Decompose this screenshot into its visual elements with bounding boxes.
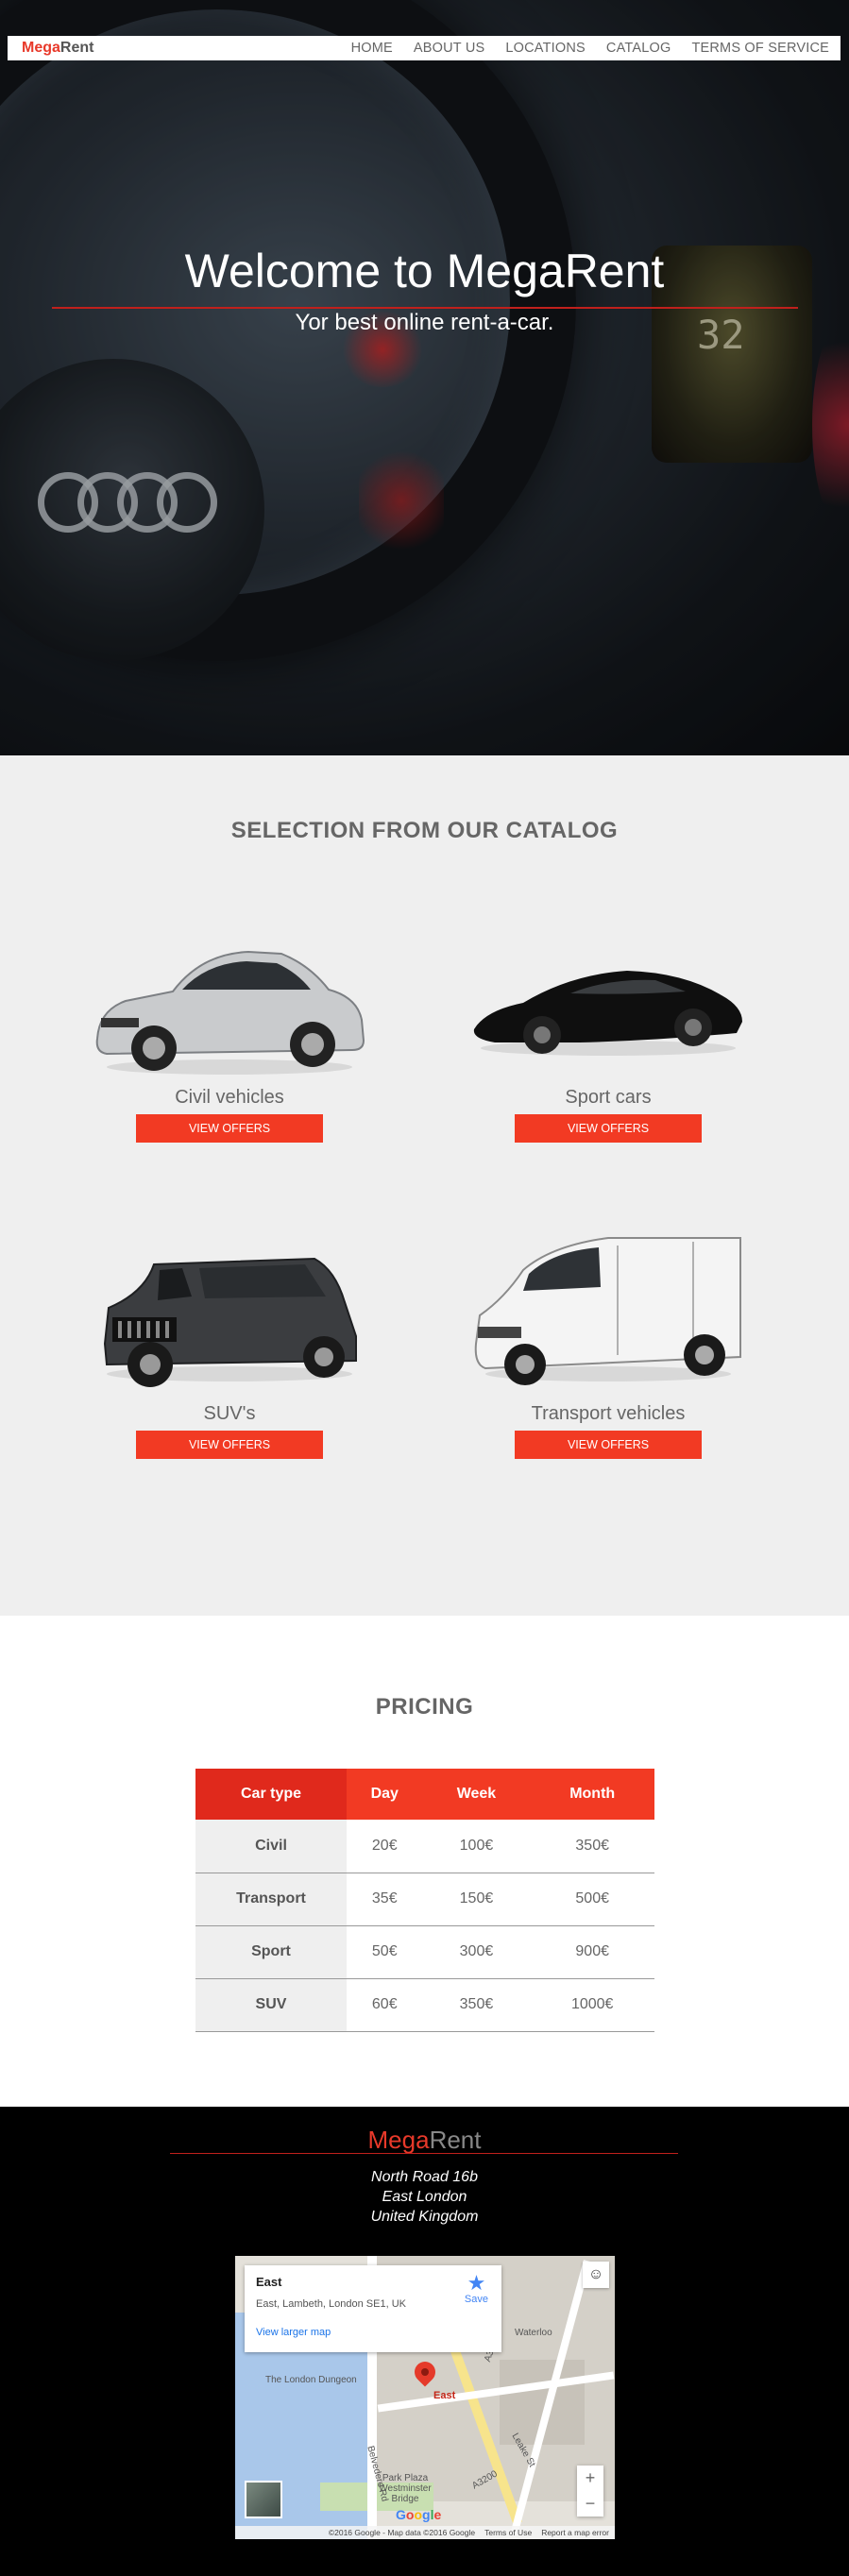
nav-item-home[interactable]: HOME bbox=[351, 41, 393, 56]
view-offers-button-civil[interactable]: VIEW OFFERS bbox=[136, 1114, 323, 1143]
address-line: East London bbox=[382, 2189, 467, 2205]
table-cell-car-type: Sport bbox=[195, 1925, 347, 1979]
footer-address: North Road 16b East London United Kingdo… bbox=[0, 2167, 849, 2227]
table-header-row: Car type Day Week Month bbox=[195, 1769, 654, 1820]
top-navbar: MegaRent HOME ABOUT US LOCATIONS CATALOG… bbox=[8, 36, 841, 60]
table-cell-car-type: Civil bbox=[195, 1820, 347, 1873]
hero-title: Welcome to MegaRent bbox=[184, 245, 665, 297]
footer-brand-part-mega: Mega bbox=[367, 2126, 430, 2154]
table-cell: 35€ bbox=[347, 1873, 423, 1926]
pricing-title: PRICING bbox=[375, 1694, 474, 1720]
map-data-credit: ©2016 Google - Map data ©2016 Google bbox=[328, 2528, 476, 2537]
map-save-button[interactable]: ★ Save bbox=[464, 2271, 488, 2306]
star-icon: ★ bbox=[467, 2271, 486, 2295]
footer-brand-logo: MegaRent bbox=[0, 2126, 849, 2155]
catalog-section: SELECTION FROM OUR CATALOG Civil vehicle… bbox=[0, 755, 849, 1616]
map-label: Waterloo bbox=[515, 2328, 552, 2338]
table-header-month: Month bbox=[530, 1769, 654, 1820]
google-logo-letter: g bbox=[422, 2507, 431, 2522]
catalog-card-label: Sport cars bbox=[565, 1087, 652, 1108]
footer-divider bbox=[170, 2153, 678, 2154]
map-info-card: East East, Lambeth, London SE1, UK View … bbox=[245, 2265, 501, 2352]
zoom-out-button[interactable]: − bbox=[577, 2491, 603, 2517]
table-row: SUV 60€ 350€ 1000€ bbox=[195, 1978, 654, 2032]
table-cell: 1000€ bbox=[530, 1978, 654, 2032]
sports-car-image bbox=[467, 916, 750, 1081]
table-cell: 350€ bbox=[422, 1978, 531, 2032]
hero-divider bbox=[52, 307, 798, 309]
catalog-card-label: SUV's bbox=[203, 1403, 256, 1424]
google-logo: Google bbox=[396, 2507, 441, 2522]
catalog-card-civil: Civil vehicles VIEW OFFERS bbox=[88, 916, 371, 1143]
map-save-label: Save bbox=[464, 2294, 488, 2305]
map-terms-link[interactable]: Terms of Use bbox=[484, 2528, 532, 2537]
table-row: Civil 20€ 100€ 350€ bbox=[195, 1820, 654, 1873]
table-cell: 900€ bbox=[530, 1925, 654, 1979]
suv-car-image bbox=[88, 1232, 371, 1398]
catalog-title: SELECTION FROM OUR CATALOG bbox=[230, 818, 619, 843]
view-offers-button-sport[interactable]: VIEW OFFERS bbox=[515, 1114, 702, 1143]
map-report-error-link[interactable]: Report a map error bbox=[541, 2528, 609, 2537]
nav-item-about-us[interactable]: ABOUT US bbox=[414, 41, 484, 56]
table-cell-car-type: Transport bbox=[195, 1873, 347, 1926]
map-label: Park Plaza Westminster Bridge bbox=[379, 2473, 432, 2504]
catalog-card-sport: Sport cars VIEW OFFERS bbox=[467, 916, 750, 1143]
map-attribution: ©2016 Google - Map data ©2016 Google Ter… bbox=[235, 2526, 615, 2539]
hero-section: 32 MegaRent HOME ABOUT US LOCATIONS CATA… bbox=[0, 0, 849, 755]
nav-item-locations[interactable]: LOCATIONS bbox=[505, 41, 586, 56]
nav-menu: HOME ABOUT US LOCATIONS CATALOG TERMS OF… bbox=[351, 41, 829, 56]
hero-overlay bbox=[0, 0, 849, 755]
table-header-day: Day bbox=[347, 1769, 423, 1820]
table-cell: 350€ bbox=[530, 1820, 654, 1873]
brand-logo-part-rent: Rent bbox=[59, 40, 94, 56]
zoom-in-button[interactable]: + bbox=[577, 2466, 603, 2491]
sedan-car-image bbox=[88, 916, 371, 1081]
table-cell-car-type: SUV bbox=[195, 1978, 347, 2032]
pricing-table: Car type Day Week Month Civil 20€ 100€ 3… bbox=[195, 1769, 654, 2032]
address-line: United Kingdom bbox=[370, 2209, 479, 2225]
google-logo-letter: e bbox=[433, 2507, 442, 2522]
table-cell: 100€ bbox=[422, 1820, 531, 1873]
view-larger-map-link[interactable]: View larger map bbox=[256, 2327, 490, 2338]
table-cell: 60€ bbox=[347, 1978, 423, 2032]
catalog-card-label: Transport vehicles bbox=[531, 1403, 686, 1424]
map-place-address: East, Lambeth, London SE1, UK bbox=[256, 2298, 406, 2310]
hero-subtitle: Yor best online rent-a-car. bbox=[295, 310, 554, 335]
pricing-section: PRICING Car type Day Week Month Civil 20… bbox=[0, 1616, 849, 2107]
table-cell: 300€ bbox=[422, 1925, 531, 1979]
google-logo-letter: o bbox=[414, 2507, 423, 2522]
table-row: Transport 35€ 150€ 500€ bbox=[195, 1873, 654, 1926]
brand-logo-part-mega: Mega bbox=[22, 40, 60, 56]
map-marker-label: East bbox=[433, 2390, 456, 2401]
table-header-week: Week bbox=[422, 1769, 531, 1820]
view-offers-button-suv[interactable]: VIEW OFFERS bbox=[136, 1431, 323, 1459]
footer-brand-part-rent: Rent bbox=[429, 2126, 482, 2154]
address-line: North Road 16b bbox=[371, 2169, 478, 2185]
street-view-pegman-icon[interactable]: ☺ bbox=[583, 2262, 609, 2288]
map-place-title: East bbox=[256, 2275, 282, 2289]
embedded-map[interactable]: Waterloo The London Dungeon Belvedere Rd… bbox=[235, 2256, 615, 2539]
table-row: Sport 50€ 300€ 900€ bbox=[195, 1925, 654, 1979]
table-cell: 20€ bbox=[347, 1820, 423, 1873]
map-label: The London Dungeon bbox=[265, 2375, 357, 2385]
table-cell: 50€ bbox=[347, 1925, 423, 1979]
nav-item-catalog[interactable]: CATALOG bbox=[606, 41, 671, 56]
map-zoom-controls: + − bbox=[577, 2466, 603, 2517]
satellite-view-toggle[interactable] bbox=[245, 2481, 282, 2518]
nav-item-terms-of-service[interactable]: TERMS OF SERVICE bbox=[691, 41, 829, 56]
brand-logo[interactable]: MegaRent bbox=[22, 40, 93, 57]
table-cell: 500€ bbox=[530, 1873, 654, 1926]
catalog-card-label: Civil vehicles bbox=[175, 1087, 284, 1108]
table-cell: 150€ bbox=[422, 1873, 531, 1926]
catalog-card-suv: SUV's VIEW OFFERS bbox=[88, 1232, 371, 1459]
table-header-car-type: Car type bbox=[195, 1769, 347, 1820]
van-image bbox=[467, 1232, 750, 1398]
footer: MegaRent North Road 16b East London Unit… bbox=[0, 2107, 849, 2576]
google-logo-letter: G bbox=[396, 2507, 406, 2522]
view-offers-button-transport[interactable]: VIEW OFFERS bbox=[515, 1431, 702, 1459]
catalog-card-transport: Transport vehicles VIEW OFFERS bbox=[467, 1232, 750, 1459]
